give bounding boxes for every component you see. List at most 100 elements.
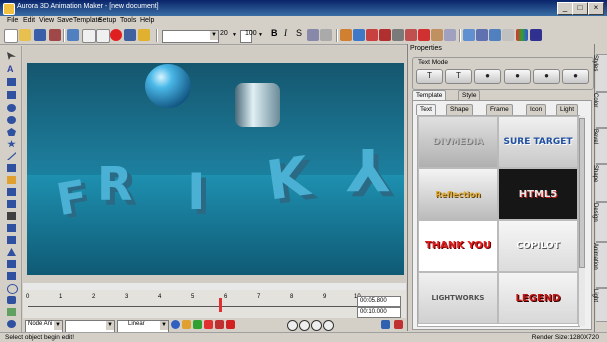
refresh-icon[interactable] xyxy=(171,320,180,329)
subtab-icon[interactable]: Icon xyxy=(526,104,547,115)
canvas-scrollbar[interactable] xyxy=(23,283,406,290)
menu-view[interactable]: View xyxy=(39,17,54,24)
pen-icon[interactable] xyxy=(7,164,16,172)
text-mode-flat-button[interactable]: T xyxy=(416,69,443,84)
subtab-shape[interactable]: Shape xyxy=(446,104,473,115)
shape-h-icon[interactable] xyxy=(7,296,16,304)
template-thumb-2[interactable]: SURE TARGET xyxy=(498,116,578,168)
undo-icon[interactable] xyxy=(67,29,79,41)
template-thumb-4[interactable]: HTML5 xyxy=(498,168,578,220)
sidetab-design[interactable]: Design xyxy=(592,202,607,242)
stop-icon[interactable] xyxy=(311,320,322,331)
sphere-icon[interactable] xyxy=(7,320,16,328)
text-tool-2-icon[interactable] xyxy=(476,29,488,41)
sidetab-bevel[interactable]: Bevel xyxy=(592,128,607,164)
tool-h-icon[interactable] xyxy=(431,29,443,41)
sidetab-color[interactable]: Color xyxy=(592,92,607,128)
text-mode-cylinder-button[interactable]: ● xyxy=(533,69,560,84)
current-time-field[interactable]: 00:05.800 xyxy=(357,296,401,307)
template-thumb-8[interactable]: LEGEND xyxy=(498,272,578,324)
tool-d-icon[interactable] xyxy=(379,29,391,41)
shape-d-icon[interactable] xyxy=(7,224,16,232)
color-icon[interactable] xyxy=(516,29,528,41)
minimize-button[interactable]: _ xyxy=(557,2,573,15)
play-icon[interactable] xyxy=(299,320,310,331)
total-time-field[interactable]: 00:10.000 xyxy=(357,307,401,318)
ring-icon[interactable] xyxy=(7,284,18,294)
clear-key-icon[interactable] xyxy=(215,320,224,329)
menu-tools[interactable]: Tools xyxy=(120,17,136,24)
template-thumb-1[interactable]: DIVMEDIA xyxy=(418,116,498,168)
template-thumb-3[interactable]: Reflection xyxy=(418,168,498,220)
shape-i-icon[interactable] xyxy=(7,308,16,316)
template-thumb-6[interactable]: COPILOT xyxy=(498,220,578,272)
brush-icon[interactable] xyxy=(138,29,150,41)
pentagon-icon[interactable] xyxy=(7,128,16,136)
new-file-icon[interactable] xyxy=(4,29,18,43)
strikeout-button[interactable]: S xyxy=(296,28,302,38)
text-tool-icon[interactable]: A xyxy=(7,65,16,74)
font-size-arrow-icon[interactable]: ▼ xyxy=(232,32,237,38)
circle-icon[interactable] xyxy=(7,104,16,112)
italic-button[interactable]: I xyxy=(284,28,287,38)
delete-anim-icon[interactable] xyxy=(226,320,235,329)
text-mode-extrude-button[interactable]: T xyxy=(445,69,472,84)
shape-a-icon[interactable] xyxy=(7,188,16,196)
playhead[interactable] xyxy=(219,298,222,312)
paste-icon[interactable] xyxy=(124,29,136,41)
shape-e-icon[interactable] xyxy=(7,236,16,244)
subtab-light[interactable]: Light xyxy=(556,104,579,115)
sidetab-styles[interactable]: Styles xyxy=(592,54,607,92)
menu-edit[interactable]: Edit xyxy=(23,17,35,24)
close-button[interactable]: × xyxy=(588,2,604,15)
tool-b-icon[interactable] xyxy=(353,29,365,41)
open-folder-icon[interactable] xyxy=(19,29,31,41)
gallery-scrollbar[interactable] xyxy=(578,116,585,326)
render-icon[interactable] xyxy=(381,320,390,329)
menu-help[interactable]: Help xyxy=(140,17,154,24)
maximize-button[interactable]: □ xyxy=(572,2,588,15)
menu-savetemplate[interactable]: SaveTemplate xyxy=(57,17,101,24)
tool-c-icon[interactable] xyxy=(366,29,378,41)
forward-icon[interactable] xyxy=(323,320,334,331)
line-icon[interactable] xyxy=(7,152,16,160)
triangle-icon[interactable] xyxy=(7,248,16,256)
select-arrow-icon[interactable] xyxy=(7,52,16,60)
save-icon[interactable] xyxy=(34,29,46,41)
star-icon[interactable] xyxy=(7,140,16,148)
menu-file[interactable]: File xyxy=(7,17,18,24)
zoom-value[interactable]: 100 xyxy=(245,30,257,37)
sidetab-shape[interactable]: Shape xyxy=(592,164,607,202)
copy-icon[interactable] xyxy=(96,29,110,43)
tool-g-icon[interactable] xyxy=(418,29,430,41)
text-mode-sphere-button[interactable]: ● xyxy=(562,69,589,84)
timeline[interactable]: 0 1 2 3 4 5 6 7 8 9 10 00:05.800 00:10.0… xyxy=(23,290,406,318)
shape-g-icon[interactable] xyxy=(7,272,16,280)
add-key-icon[interactable] xyxy=(193,320,202,329)
zoom-arrow-icon[interactable]: ▼ xyxy=(258,32,263,38)
shape-f-icon[interactable] xyxy=(7,260,16,268)
menu-setup[interactable]: Setup xyxy=(98,17,116,24)
square-icon[interactable] xyxy=(7,91,16,99)
text-mode-bevel-button[interactable]: ● xyxy=(504,69,531,84)
remove-key-icon[interactable] xyxy=(204,320,213,329)
export-icon[interactable] xyxy=(49,29,61,41)
template-thumb-7[interactable]: LIGHTWORKS xyxy=(418,272,498,324)
subtab-text[interactable]: Text xyxy=(416,104,436,115)
ellipse-icon[interactable] xyxy=(7,116,16,124)
cut-icon[interactable] xyxy=(82,29,96,43)
font-style-icon[interactable] xyxy=(307,29,319,41)
delete-icon[interactable] xyxy=(110,29,122,41)
align-icon[interactable] xyxy=(320,29,332,41)
sidetab-light[interactable]: Light xyxy=(592,288,607,322)
gallery-scroll-thumb[interactable] xyxy=(579,118,585,268)
tool-e-icon[interactable] xyxy=(392,29,404,41)
shape-b-icon[interactable] xyxy=(7,200,16,208)
tool-i-icon[interactable] xyxy=(444,29,456,41)
text-tool-3-icon[interactable] xyxy=(489,29,501,41)
subtab-frame[interactable]: Frame xyxy=(486,104,513,115)
text-mode-round-button[interactable]: ● xyxy=(474,69,501,84)
font-select[interactable]: ▼ xyxy=(162,30,219,43)
rectangle-icon[interactable] xyxy=(7,78,16,86)
tool-f-icon[interactable] xyxy=(405,29,417,41)
